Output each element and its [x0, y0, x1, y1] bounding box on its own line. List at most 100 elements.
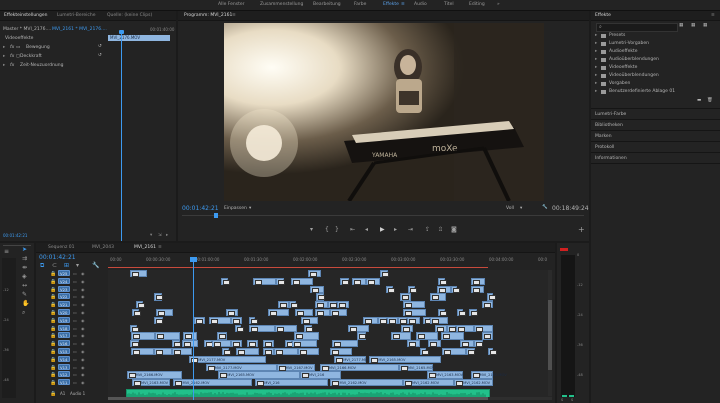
workspace-tab[interactable]: Bearbeitung	[313, 2, 341, 7]
timeline-clip[interactable]	[288, 301, 298, 309]
timeline-clip[interactable]	[221, 348, 231, 356]
workspace-tab[interactable]: Farbe	[354, 2, 366, 7]
sync-lock-icon[interactable]: ▭	[73, 271, 77, 276]
solo-icon[interactable]: S	[571, 398, 573, 402]
timeline-clip[interactable]	[329, 348, 353, 356]
timeline-clip[interactable]	[466, 348, 476, 356]
sync-lock-icon[interactable]: ▭	[73, 294, 77, 299]
add-marker-icon[interactable]: ▾	[76, 263, 79, 269]
workspace-tab[interactable]: Editing	[469, 2, 485, 7]
timeline-clip[interactable]	[135, 301, 145, 309]
timeline-clip[interactable]	[422, 316, 432, 324]
timeline-clip[interactable]	[474, 324, 493, 332]
timeline-clip[interactable]	[456, 324, 475, 332]
timeline-clip[interactable]	[153, 348, 172, 356]
lock-icon[interactable]: 🔒	[50, 326, 56, 332]
timeline-clip[interactable]	[386, 316, 398, 324]
panel-libraries[interactable]: Bibliotheken	[591, 120, 720, 131]
hand-tool-icon[interactable]: ✋	[22, 301, 29, 307]
master-clip-label[interactable]: Master * MVI_2176....	[3, 27, 51, 32]
timeline-clip[interactable]	[416, 332, 438, 340]
timeline-clip[interactable]	[230, 340, 243, 348]
timeline-clip[interactable]	[481, 332, 493, 340]
sync-lock-icon[interactable]: ▭	[73, 372, 77, 377]
timeline-clip[interactable]	[407, 340, 421, 348]
timeline-clip[interactable]	[291, 340, 317, 348]
linked-selection-icon[interactable]: ⊞	[64, 263, 69, 269]
lock-icon[interactable]: 🔒	[50, 287, 56, 293]
lock-icon[interactable]: 🔒	[50, 271, 56, 277]
timeline-clip[interactable]: MVI_2167.MOV	[276, 363, 315, 371]
timeline-clip[interactable]	[330, 309, 347, 317]
eye-icon[interactable]: ◉	[81, 287, 85, 292]
timeline-clip[interactable]: MVI_2162.MOV	[403, 379, 455, 387]
timeline-clip[interactable]	[204, 340, 214, 348]
eye-icon[interactable]: ◉	[81, 279, 85, 284]
timeline-clip[interactable]	[397, 316, 408, 324]
timeline-clip[interactable]	[208, 316, 231, 324]
effect-motion[interactable]: Bewegung	[26, 45, 50, 50]
eye-icon[interactable]: ◉	[81, 333, 85, 338]
workspace-tab[interactable]: Audio	[414, 2, 427, 7]
sync-lock-icon[interactable]: ▭	[73, 365, 77, 370]
eye-icon[interactable]: ◉	[81, 302, 85, 307]
timeline-clip[interactable]	[348, 324, 369, 332]
timeline-clip[interactable]	[436, 285, 451, 293]
timeline-clip[interactable]	[154, 332, 181, 340]
track-select-tool-icon[interactable]: ⇉	[22, 256, 27, 262]
timeline-clip[interactable]	[153, 293, 163, 301]
reset-icon[interactable]: ↺	[98, 53, 102, 58]
timeline-clip[interactable]	[339, 277, 349, 285]
timeline-clip[interactable]: MVI_2162.MOV	[173, 379, 252, 387]
timeline-clip[interactable]	[401, 324, 414, 332]
timeline-clip[interactable]	[362, 316, 378, 324]
add-button-icon[interactable]: +	[578, 226, 585, 234]
timeline-clip[interactable]	[316, 293, 326, 301]
timeline-clip[interactable]	[212, 340, 231, 348]
effects-search-input[interactable]: ⌕	[596, 23, 678, 32]
timeline-clip[interactable]: MVI_2163.MOV	[132, 379, 170, 387]
lock-icon[interactable]: 🔒	[50, 294, 56, 300]
timeline-clip[interactable]	[249, 316, 259, 324]
timeline-clip[interactable]	[235, 324, 245, 332]
mark-in-icon[interactable]: {	[325, 227, 329, 233]
trash-icon[interactable]: 🗑	[707, 98, 713, 103]
timeline-clip[interactable]	[129, 270, 148, 278]
timeline-clip[interactable]	[307, 270, 321, 278]
timeline-horizontal-scrollbar[interactable]	[108, 397, 552, 400]
lock-icon[interactable]: 🔒	[50, 341, 56, 347]
clip-indicator[interactable]	[560, 248, 568, 251]
pen-tool-icon[interactable]: ✎	[22, 292, 27, 298]
timeline-playhead[interactable]	[193, 262, 194, 400]
tab-lumetri-scopes[interactable]: Lumetri-Bereiche	[57, 13, 95, 18]
timeline-clip[interactable]	[194, 316, 205, 324]
lock-icon[interactable]: 🔒	[50, 380, 56, 386]
sync-lock-icon[interactable]: ▭	[73, 380, 77, 385]
32bit-effects-icon[interactable]: ▦	[691, 23, 695, 28]
tree-item[interactable]: ▸ Audioüberblendungen	[595, 57, 717, 65]
slip-tool-icon[interactable]: ↔	[22, 283, 27, 289]
sync-lock-icon[interactable]: ▭	[73, 349, 77, 354]
tab-source[interactable]: Quelle: (keine Clips)	[107, 13, 152, 18]
timeline-clip[interactable]	[182, 340, 198, 348]
lock-icon[interactable]: 🔒	[50, 349, 56, 355]
timeline-clip[interactable]	[253, 277, 276, 285]
expand-icon[interactable]: ▸	[3, 54, 5, 59]
sync-lock-icon[interactable]: ▭	[73, 357, 77, 362]
lock-icon[interactable]: 🔒	[50, 365, 56, 371]
export-icon[interactable]: ⇲	[158, 233, 162, 238]
tree-item[interactable]: ▸ Audioeffekte	[595, 49, 717, 57]
go-to-out-icon[interactable]: ⇥	[408, 227, 413, 233]
filter-icon[interactable]: ▾	[150, 233, 152, 238]
fx-badge[interactable]: fx	[10, 45, 14, 50]
eye-icon[interactable]: ◉	[81, 365, 85, 370]
time-ruler[interactable]: 00:00 00:00:30:00 00:01:00:00 00:01:30:0…	[108, 256, 552, 271]
timeline-clip[interactable]	[230, 316, 242, 324]
timeline-clip[interactable]: MVI_216	[255, 379, 328, 387]
timeline-clip[interactable]	[446, 324, 457, 332]
lock-icon[interactable]: 🔒	[50, 391, 56, 397]
timeline-clip[interactable]	[408, 285, 418, 293]
timeline-clip[interactable]	[249, 324, 275, 332]
timeline-clip[interactable]	[332, 340, 359, 348]
timeline-clip[interactable]	[275, 277, 285, 285]
